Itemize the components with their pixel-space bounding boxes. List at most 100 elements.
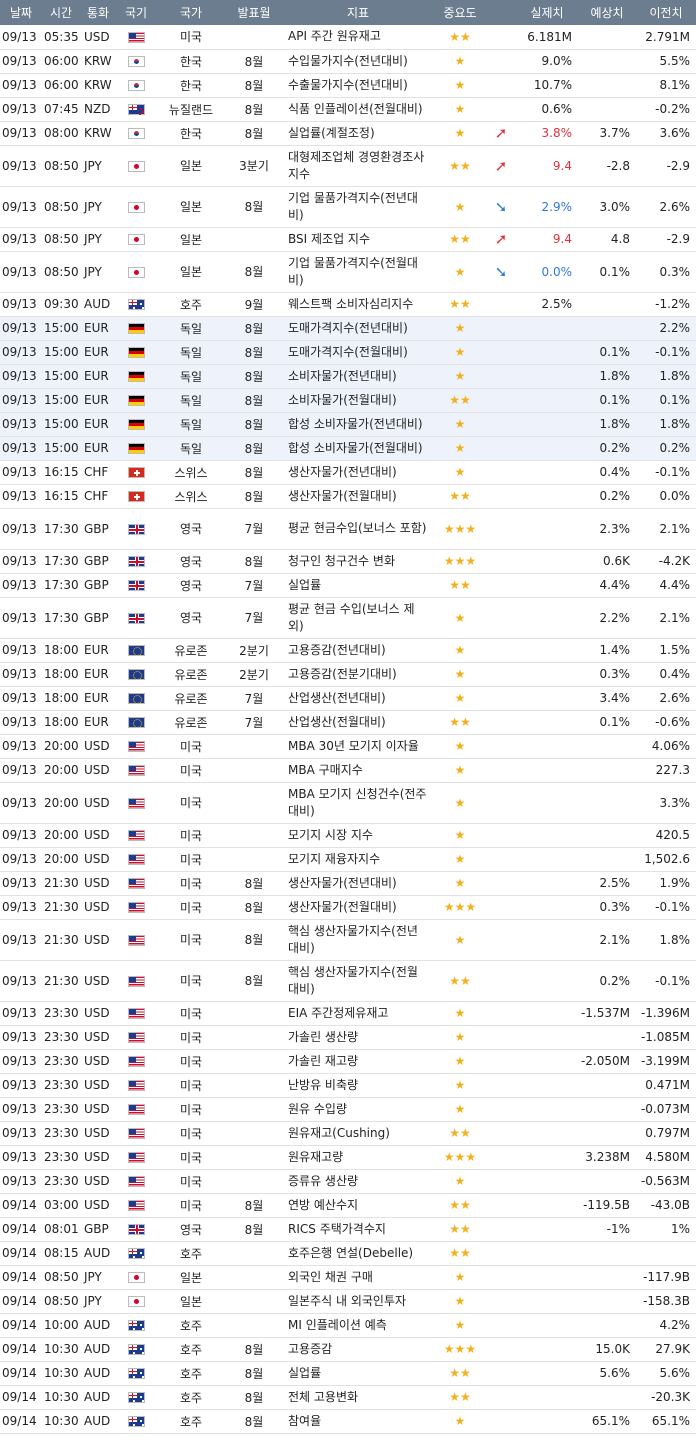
- table-row[interactable]: 09/13 18:00 EUR 유로존 2분기 고용증감(전분기대비) ★ 0.…: [0, 662, 696, 687]
- indicator-link[interactable]: 도매가격지수(전월대비): [282, 340, 434, 365]
- table-row[interactable]: 09/13 23:30 USD 미국 원유재고(Cushing) ★★ 0.79…: [0, 1121, 696, 1146]
- indicator-link[interactable]: 생산자물가(전년대비): [282, 460, 434, 485]
- table-row[interactable]: 09/13 05:35 USD 미국 API 주간 원유재고 ★★ 6.181M…: [0, 25, 696, 50]
- table-row[interactable]: 09/14 10:30 AUD 호주 8월 전체 고용변화 ★★ -20.3K: [0, 1385, 696, 1410]
- header-currency[interactable]: 통화: [80, 0, 116, 25]
- indicator-link[interactable]: 연방 예산수지: [282, 1193, 434, 1218]
- table-row[interactable]: 09/13 20:00 USD 미국 MBA 30년 모기지 이자율 ★ 4.0…: [0, 734, 696, 759]
- header-period[interactable]: 발표월: [226, 0, 282, 25]
- table-row[interactable]: 09/13 15:00 EUR 독일 8월 합성 소비자물가(전월대비) ★ 0…: [0, 436, 696, 461]
- indicator-link[interactable]: 실업률(계절조정): [282, 121, 434, 146]
- table-row[interactable]: 09/13 21:30 USD 미국 8월 생산자물가(전월대비) ★★★ 0.…: [0, 895, 696, 920]
- table-row[interactable]: 09/14 08:15 AUD 호주 호주은행 연설(Debelle) ★★: [0, 1241, 696, 1266]
- table-row[interactable]: 09/13 08:50 JPY 일본 3분기 대형제조업체 경영환경조사지수 ★…: [0, 145, 696, 187]
- table-row[interactable]: 09/13 17:30 GBP 영국 7월 실업률 ★★ 4.4% 4.4%: [0, 573, 696, 598]
- table-row[interactable]: 09/13 08:50 JPY 일본 8월 기업 물품가격지수(전월대비) ★ …: [0, 251, 696, 293]
- table-row[interactable]: 09/13 15:00 EUR 독일 8월 소비자물가(전월대비) ★★ 0.1…: [0, 388, 696, 413]
- indicator-link[interactable]: 모기지 재융자지수: [282, 847, 434, 872]
- table-row[interactable]: 09/13 23:30 USD 미국 원유재고량 ★★★ 3.238M 4.58…: [0, 1145, 696, 1170]
- indicator-link[interactable]: 고용증감(전분기대비): [282, 662, 434, 687]
- table-row[interactable]: 09/14 03:00 USD 미국 8월 연방 예산수지 ★★ -119.5B…: [0, 1193, 696, 1218]
- indicator-link[interactable]: 증류유 생산량: [282, 1169, 434, 1194]
- table-row[interactable]: 09/13 17:30 GBP 영국 8월 청구인 청구건수 변화 ★★★ 0.…: [0, 549, 696, 574]
- indicator-link[interactable]: 수출물가지수(전년대비): [282, 73, 434, 98]
- table-row[interactable]: 09/13 23:30 USD 미국 가솔린 재고량 ★ -2.050M -3.…: [0, 1049, 696, 1074]
- indicator-link[interactable]: 합성 소비자물가(전월대비): [282, 436, 434, 461]
- table-row[interactable]: 09/13 20:00 USD 미국 MBA 구매지수 ★ 227.3: [0, 758, 696, 783]
- indicator-link[interactable]: 청구인 청구건수 변화: [282, 549, 434, 574]
- indicator-link[interactable]: 기업 물품가격지수(전월대비): [282, 251, 434, 293]
- table-row[interactable]: 09/13 08:50 JPY 일본 8월 기업 물품가격지수(전년대비) ★ …: [0, 186, 696, 228]
- indicator-link[interactable]: 생산자물가(전월대비): [282, 484, 434, 509]
- header-time[interactable]: 시간: [42, 0, 80, 25]
- indicator-link[interactable]: 외국인 채권 구매: [282, 1265, 434, 1290]
- table-row[interactable]: 09/14 08:01 GBP 영국 8월 RICS 주택가격수지 ★★ -1%…: [0, 1217, 696, 1242]
- indicator-link[interactable]: 산업생산(전년대비): [282, 686, 434, 711]
- table-row[interactable]: 09/14 08:50 JPY 일본 외국인 채권 구매 ★ -117.9B: [0, 1265, 696, 1290]
- table-row[interactable]: 09/13 18:00 EUR 유로존 2분기 고용증감(전년대비) ★ 1.4…: [0, 638, 696, 663]
- table-row[interactable]: 09/13 16:15 CHF 스위스 8월 생산자물가(전년대비) ★ 0.4…: [0, 460, 696, 485]
- table-row[interactable]: 09/14 10:30 AUD 호주 8월 참여율 ★ 65.1% 65.1%: [0, 1409, 696, 1434]
- indicator-link[interactable]: MI 인플레이션 예측: [282, 1313, 434, 1338]
- indicator-link[interactable]: 식품 인플레이션(전월대비): [282, 97, 434, 122]
- indicator-link[interactable]: 평균 현금 수입(보너스 제외): [282, 597, 434, 639]
- indicator-link[interactable]: EIA 주간정제유재고: [282, 1001, 434, 1026]
- header-country[interactable]: 국가: [156, 0, 226, 25]
- indicator-link[interactable]: 원유재고량: [282, 1145, 434, 1170]
- indicator-link[interactable]: 원유 수입량: [282, 1097, 434, 1122]
- table-row[interactable]: 09/13 23:30 USD 미국 원유 수입량 ★ -0.073M: [0, 1097, 696, 1122]
- indicator-link[interactable]: 생산자물가(전년대비): [282, 871, 434, 896]
- indicator-link[interactable]: 수입물가지수(전년대비): [282, 49, 434, 74]
- table-row[interactable]: 09/13 06:00 KRW 한국 8월 수입물가지수(전년대비) ★ 9.0…: [0, 49, 696, 74]
- indicator-link[interactable]: 합성 소비자물가(전년대비): [282, 412, 434, 437]
- header-date[interactable]: 날짜: [0, 0, 42, 25]
- table-row[interactable]: 09/13 21:30 USD 미국 8월 핵심 생산자물가지수(전월대비) ★…: [0, 960, 696, 1002]
- indicator-link[interactable]: 소비자물가(전월대비): [282, 388, 434, 413]
- indicator-link[interactable]: 고용증감: [282, 1337, 434, 1362]
- indicator-link[interactable]: MBA 구매지수: [282, 758, 434, 783]
- header-flag[interactable]: 국기: [116, 0, 156, 25]
- indicator-link[interactable]: 고용증감(전년대비): [282, 638, 434, 663]
- indicator-link[interactable]: 핵심 생산자물가지수(전년대비): [282, 919, 434, 961]
- table-row[interactable]: 09/13 20:00 USD 미국 모기지 재융자지수 ★ 1,502.6: [0, 847, 696, 872]
- indicator-link[interactable]: 대형제조업체 경영환경조사지수: [282, 145, 434, 187]
- table-row[interactable]: 09/13 07:45 NZD 뉴질랜드 8월 식품 인플레이션(전월대비) ★…: [0, 97, 696, 122]
- indicator-link[interactable]: 가솔린 재고량: [282, 1049, 434, 1074]
- header-actual[interactable]: 실제치: [516, 0, 578, 25]
- indicator-link[interactable]: 호주은행 연설(Debelle): [282, 1241, 434, 1266]
- table-row[interactable]: 09/13 18:00 EUR 유로존 7월 산업생산(전년대비) ★ 3.4%…: [0, 686, 696, 711]
- indicator-link[interactable]: 웨스트팩 소비자심리지수: [282, 292, 434, 317]
- indicator-link[interactable]: RICS 주택가격수지: [282, 1217, 434, 1242]
- indicator-link[interactable]: API 주간 원유재고: [282, 25, 434, 50]
- table-row[interactable]: 09/13 08:00 KRW 한국 8월 실업률(계절조정) ★ ➚ 3.8%…: [0, 121, 696, 146]
- table-row[interactable]: 09/13 18:00 EUR 유로존 7월 산업생산(전월대비) ★★ 0.1…: [0, 710, 696, 735]
- table-row[interactable]: 09/13 09:30 AUD 호주 9월 웨스트팩 소비자심리지수 ★★ 2.…: [0, 292, 696, 317]
- header-previous[interactable]: 이전치: [636, 0, 696, 25]
- table-row[interactable]: 09/13 15:00 EUR 독일 8월 소비자물가(전년대비) ★ 1.8%…: [0, 364, 696, 389]
- table-row[interactable]: 09/14 10:00 AUD 호주 MI 인플레이션 예측 ★ 4.2%: [0, 1313, 696, 1338]
- header-forecast[interactable]: 예상치: [578, 0, 636, 25]
- indicator-link[interactable]: MBA 30년 모기지 이자율: [282, 734, 434, 759]
- table-row[interactable]: 09/13 23:30 USD 미국 난방유 비축량 ★ 0.471M: [0, 1073, 696, 1098]
- indicator-link[interactable]: 산업생산(전월대비): [282, 710, 434, 735]
- indicator-link[interactable]: 기업 물품가격지수(전년대비): [282, 186, 434, 228]
- table-row[interactable]: 09/13 21:30 USD 미국 8월 생산자물가(전년대비) ★ 2.5%…: [0, 871, 696, 896]
- indicator-link[interactable]: 난방유 비축량: [282, 1073, 434, 1098]
- indicator-link[interactable]: 가솔린 생산량: [282, 1025, 434, 1050]
- table-row[interactable]: 09/13 17:30 GBP 영국 7월 평균 현금 수입(보너스 제외) ★…: [0, 597, 696, 639]
- table-row[interactable]: 09/14 10:30 AUD 호주 8월 고용증감 ★★★ 15.0K 27.…: [0, 1337, 696, 1362]
- table-row[interactable]: 09/14 10:30 AUD 호주 8월 실업률 ★★ 5.6% 5.6%: [0, 1361, 696, 1386]
- table-row[interactable]: 09/13 08:50 JPY 일본 BSI 제조업 지수 ★★ ➚ 9.4 4…: [0, 227, 696, 252]
- table-row[interactable]: 09/13 23:30 USD 미국 EIA 주간정제유재고 ★ -1.537M…: [0, 1001, 696, 1026]
- indicator-link[interactable]: 소비자물가(전년대비): [282, 364, 434, 389]
- table-row[interactable]: 09/13 17:30 GBP 영국 7월 평균 현금수입(보너스 포함) ★★…: [0, 508, 696, 550]
- indicator-link[interactable]: 도매가격지수(전년대비): [282, 316, 434, 341]
- indicator-link[interactable]: 전체 고용변화: [282, 1385, 434, 1410]
- header-indicator[interactable]: 지표: [282, 0, 434, 25]
- indicator-link[interactable]: 참여율: [282, 1409, 434, 1434]
- indicator-link[interactable]: MBA 모기지 신청건수(전주대비): [282, 782, 434, 824]
- indicator-link[interactable]: 실업률: [282, 1361, 434, 1386]
- table-row[interactable]: 09/13 15:00 EUR 독일 8월 합성 소비자물가(전년대비) ★ 1…: [0, 412, 696, 437]
- table-row[interactable]: 09/13 23:30 USD 미국 증류유 생산량 ★ -0.563M: [0, 1169, 696, 1194]
- table-row[interactable]: 09/13 23:30 USD 미국 가솔린 생산량 ★ -1.085M: [0, 1025, 696, 1050]
